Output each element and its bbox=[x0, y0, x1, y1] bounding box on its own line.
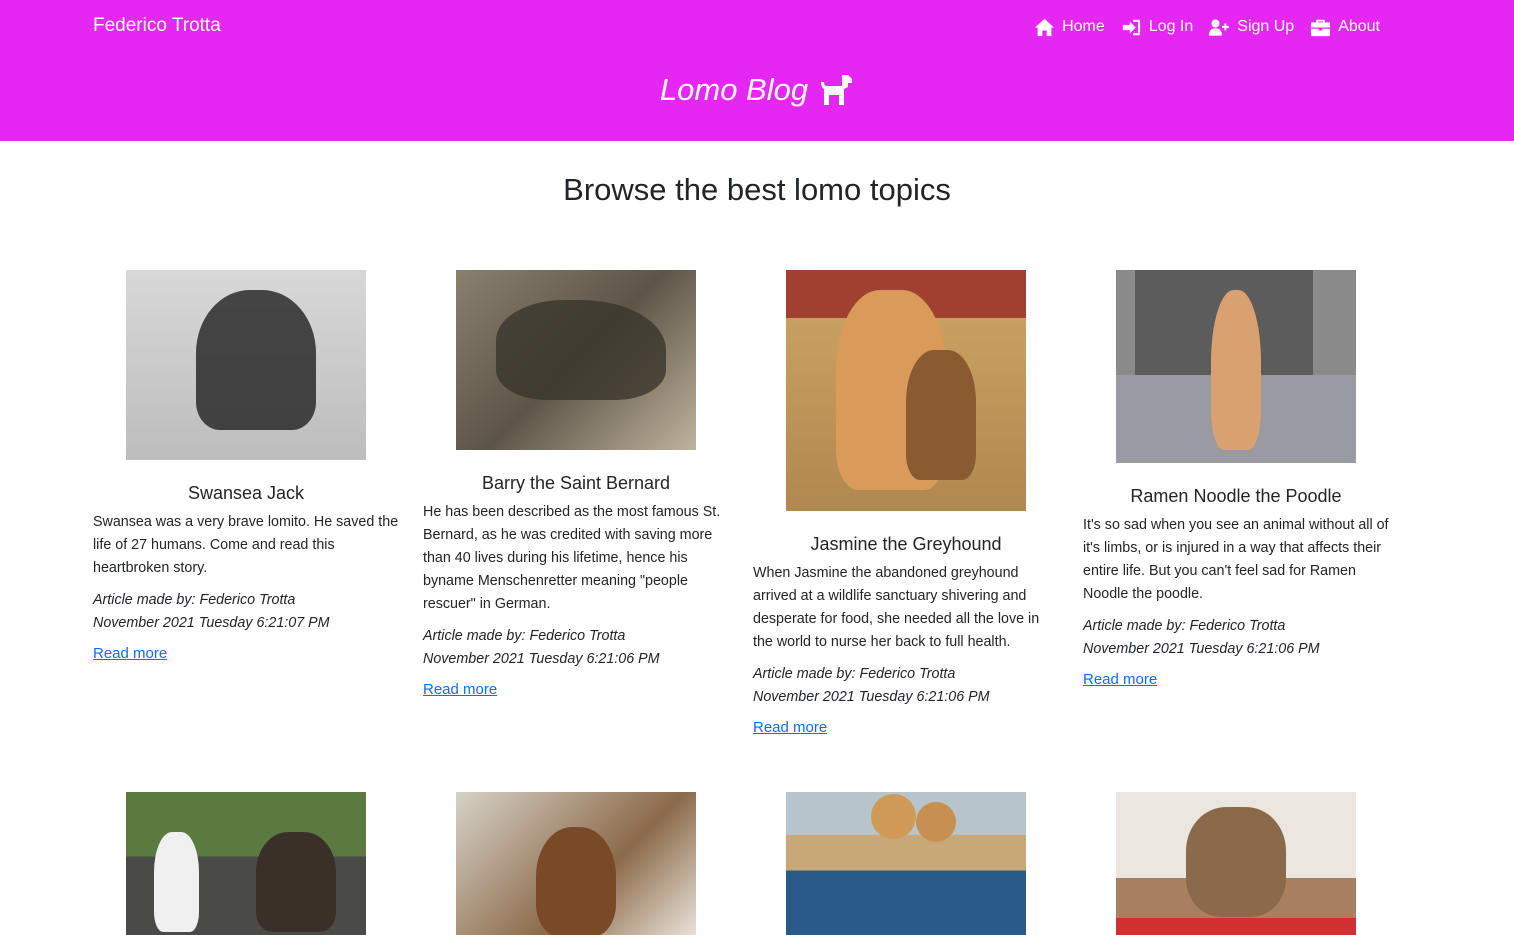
article-image[interactable] bbox=[786, 270, 1026, 511]
article-byline: Article made by: Federico Trotta Novembe… bbox=[93, 589, 399, 635]
article-image[interactable] bbox=[1116, 792, 1356, 935]
nav-login[interactable]: Log In bbox=[1121, 14, 1193, 40]
article-date: November 2021 Tuesday 6:21:06 PM bbox=[1083, 641, 1320, 657]
article-title: Jasmine the Greyhound bbox=[810, 534, 1002, 554]
dog-icon bbox=[821, 75, 853, 105]
article-byline: Article made by: Federico Trotta Novembe… bbox=[423, 625, 729, 671]
article-image[interactable] bbox=[456, 792, 696, 935]
article-card: Barry the Saint Bernard He has been desc… bbox=[423, 270, 729, 699]
user-plus-icon bbox=[1209, 18, 1230, 36]
page-heading: Browse the best lomo topics bbox=[563, 172, 951, 207]
read-more-link[interactable]: Read more bbox=[93, 645, 167, 662]
article-title: Barry the Saint Bernard bbox=[481, 473, 671, 493]
briefcase-icon bbox=[1311, 19, 1331, 36]
nav-signup-label: Sign Up bbox=[1237, 18, 1295, 35]
article-card: Ramen Noodle the Poodle It's so sad when… bbox=[1083, 270, 1389, 689]
article-excerpt: It's so sad when you see an animal witho… bbox=[1083, 517, 1389, 602]
nav-about[interactable]: About bbox=[1310, 14, 1380, 40]
article-byline: Article made by: Federico Trotta Novembe… bbox=[753, 663, 1059, 709]
top-navbar: Federico Trotta Home Log In Sign Up Abou… bbox=[0, 0, 1514, 141]
article-title: Ramen Noodle the Poodle bbox=[1130, 486, 1342, 506]
nav-about-label: About bbox=[1338, 18, 1380, 35]
article-card: Swansea Jack Swansea was a very brave lo… bbox=[93, 270, 399, 663]
article-card bbox=[93, 792, 399, 935]
article-excerpt: When Jasmine the abandoned greyhound arr… bbox=[753, 565, 1040, 650]
article-image[interactable] bbox=[126, 792, 366, 935]
article-card bbox=[1083, 792, 1389, 935]
article-date: November 2021 Tuesday 6:21:06 PM bbox=[423, 651, 660, 667]
home-icon bbox=[1035, 18, 1055, 36]
article-image[interactable] bbox=[1116, 270, 1356, 463]
nav-home[interactable]: Home bbox=[1034, 14, 1105, 40]
article-date: November 2021 Tuesday 6:21:06 PM bbox=[753, 689, 990, 705]
article-author: Article made by: Federico Trotta bbox=[1083, 618, 1286, 634]
nav-signup[interactable]: Sign Up bbox=[1209, 14, 1294, 40]
article-byline: Article made by: Federico Trotta Novembe… bbox=[1083, 615, 1389, 661]
blog-title-text: Lomo Blog bbox=[659, 72, 809, 107]
nav-login-label: Log In bbox=[1148, 18, 1194, 35]
article-author: Article made by: Federico Trotta bbox=[93, 592, 296, 608]
article-excerpt: Swansea was a very brave lomito. He save… bbox=[93, 514, 399, 576]
article-card bbox=[423, 792, 729, 935]
article-title: Swansea Jack bbox=[187, 483, 305, 503]
read-more-link[interactable]: Read more bbox=[753, 719, 827, 736]
nav-menu: Home Log In Sign Up About bbox=[1034, 14, 1380, 40]
article-card: Jasmine the Greyhound When Jasmine the a… bbox=[753, 270, 1059, 737]
article-image[interactable] bbox=[786, 792, 1026, 935]
blog-title: Lomo Blog bbox=[0, 72, 1514, 108]
read-more-link[interactable]: Read more bbox=[1083, 671, 1157, 688]
nav-home-label: Home bbox=[1062, 18, 1105, 35]
article-date: November 2021 Tuesday 6:21:07 PM bbox=[93, 615, 330, 631]
sign-in-icon bbox=[1122, 19, 1140, 35]
read-more-link[interactable]: Read more bbox=[423, 681, 497, 698]
article-image[interactable] bbox=[456, 270, 696, 450]
article-excerpt: He has been described as the most famous… bbox=[423, 504, 721, 612]
article-author: Article made by: Federico Trotta bbox=[423, 628, 626, 644]
brand-link[interactable]: Federico Trotta bbox=[93, 15, 221, 37]
article-card bbox=[753, 792, 1059, 935]
article-image[interactable] bbox=[126, 270, 366, 460]
article-author: Article made by: Federico Trotta bbox=[753, 666, 956, 682]
